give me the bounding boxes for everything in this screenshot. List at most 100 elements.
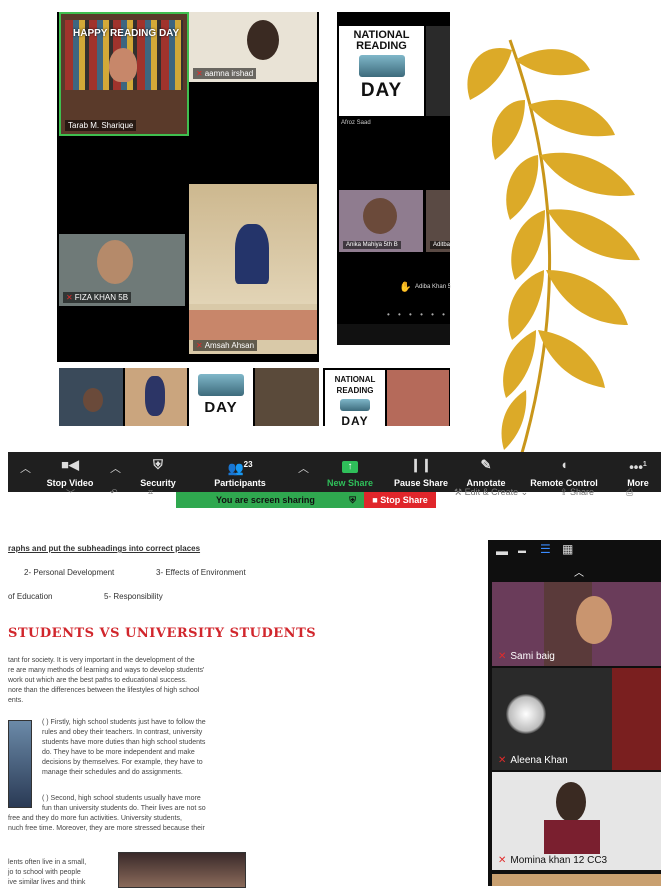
raised-hand-icon: ✋	[399, 282, 412, 293]
view-icon[interactable]: ▬	[518, 546, 526, 555]
video-grid: HAPPY READING DAY Tarab M. Sharique ✕ aam…	[57, 12, 319, 362]
video-camera-icon: ■◀	[61, 457, 79, 472]
video-tile[interactable]	[426, 26, 450, 116]
stop-share-button[interactable]: ■ Stop Share	[364, 492, 436, 508]
book-image	[340, 399, 370, 411]
intro-paragraph: tant for society. It is very important i…	[8, 657, 205, 704]
person-body	[544, 820, 600, 854]
participant-name: ✕ Momina khan 12 CC3	[498, 855, 608, 866]
shield-check-icon: ⛨	[349, 495, 356, 505]
stop-square-icon: ■	[372, 495, 381, 505]
participant-name: Aditba	[430, 241, 450, 249]
poster-text: READING	[356, 40, 407, 52]
more-button[interactable]: •••1 More	[618, 452, 658, 492]
video-tile[interactable]	[59, 368, 123, 426]
muted-mic-icon: ✕	[66, 293, 73, 302]
remote-control-button[interactable]: ◖ Remote Control	[522, 452, 606, 492]
participant-name: ✕ Amsah Ahsan	[193, 340, 258, 351]
video-tile[interactable]: ✕ Amsah Ahsan	[189, 184, 317, 354]
shield-icon: ⛨	[153, 457, 163, 472]
table-surface	[189, 310, 317, 340]
edit-create-menu[interactable]: ⚒ Edit & Create ⌄	[454, 487, 528, 498]
video-tile[interactable]: ✕ aamna irshad	[189, 12, 317, 82]
print-icon[interactable]: ⎙	[626, 487, 633, 498]
share-menu[interactable]: ⇪ Share	[560, 487, 594, 498]
book-image	[358, 55, 405, 77]
subheading-option: 5- Responsibility	[104, 592, 163, 601]
video-tile[interactable]	[387, 370, 449, 426]
undo-icon: ↶	[110, 487, 118, 497]
person-avatar	[235, 224, 269, 284]
shared-document: raphs and put the subheadings into corre…	[0, 520, 480, 888]
chevron-down-icon: ﹀	[66, 489, 76, 499]
golden-leaf-decoration	[467, 39, 640, 461]
minimize-icon[interactable]: ▬	[496, 544, 508, 558]
mouse-icon: ◖	[560, 457, 568, 472]
poster-tile[interactable]: DAY	[189, 368, 253, 426]
person-avatar	[83, 388, 103, 412]
new-share-button[interactable]: ↑ New Share	[322, 452, 378, 492]
pause-icon: ❙❙	[410, 457, 432, 472]
share-arrow-icon: ↑	[322, 456, 378, 474]
instruction-text: raphs and put the subheadings into corre…	[8, 544, 201, 553]
page-dots[interactable]: • • • • • •	[387, 310, 448, 319]
subheading-option: 3- Effects of Environment	[156, 568, 246, 577]
muted-mic-icon: ✕	[196, 341, 203, 350]
participant-name: ✕ FIZA KHAN 5B	[63, 292, 132, 303]
chevron-up-icon[interactable]: ︿	[574, 564, 584, 579]
chevron-up-icon[interactable]: ︿	[110, 460, 121, 476]
poster-tile[interactable]: NATIONAL READING DAY	[325, 370, 385, 426]
video-tile[interactable]	[125, 368, 187, 426]
video-tile[interactable]: HAPPY READING DAY Tarab M. Sharique	[59, 12, 189, 136]
muted-mic-icon: ✕	[498, 855, 507, 866]
participant-name: Tarab M. Sharique	[65, 120, 137, 131]
chevron-up-icon[interactable]: ︿	[298, 460, 309, 476]
security-button[interactable]: ⛨ Security	[130, 452, 186, 492]
meeting-toolbar: ︿ ■◀ Stop Video ︿ ⛨ Security 👥23 Partici…	[8, 452, 661, 492]
annotate-button[interactable]: ✎ Annotate	[460, 452, 512, 492]
poster-tile[interactable]: NATIONAL READING DAY	[339, 26, 424, 116]
person-avatar	[145, 376, 165, 416]
participant-name: ✕ Sami baig	[498, 651, 555, 662]
muted-mic-icon: ✕	[498, 755, 507, 766]
phone-nav-bar	[337, 324, 450, 345]
phone-meeting-view: NATIONAL READING DAY Afroz Saad Anika Ma…	[337, 12, 451, 345]
chevron-up-icon[interactable]: ︿	[20, 460, 31, 476]
participant-video-panel: ▬ ▬ ☰ ▦ ︿ ✕ Sami baig ✕ Aleena Khan ✕ Momin…	[488, 540, 661, 886]
participant-name: Afroz Saad	[341, 120, 371, 126]
participant-video[interactable]: ✕ Sami baig	[492, 582, 661, 666]
pencil-icon: ✎	[480, 457, 492, 472]
crop-icon: ⌗	[148, 487, 154, 497]
video-tile[interactable]: Anika Mahiya 5th B	[339, 190, 423, 252]
classroom-photo	[118, 852, 246, 888]
people-icon: 👥23	[227, 460, 253, 476]
thumbnail-strip-2: NATIONAL READING DAY	[323, 368, 450, 426]
participants-button[interactable]: 👥23 Participants	[204, 452, 276, 492]
paragraph-one: ( ) Firstly, high school students just h…	[42, 719, 206, 776]
participants-count: 23	[243, 460, 253, 469]
poster-text: NATIONAL	[334, 375, 376, 384]
poster-text: DAY	[360, 80, 403, 101]
participant-video[interactable]: ✕ Aleena Khan	[492, 668, 661, 770]
pause-share-button[interactable]: ❙❙ Pause Share	[390, 452, 452, 492]
muted-mic-icon: ✕	[196, 69, 203, 78]
document-title: STUDENTS VS UNIVERSITY STUDENTS	[8, 626, 317, 641]
video-tile[interactable]: Aditba	[426, 190, 450, 252]
speaker-view-icon[interactable]: ☰	[540, 542, 551, 556]
red-backdrop	[612, 668, 661, 770]
poster-text: DAY	[341, 414, 369, 426]
thumbnail-strip: DAY	[59, 368, 319, 426]
video-tile[interactable]	[255, 368, 319, 426]
paragraph-two: ( ) Second, high school students usually…	[8, 795, 206, 832]
banner-text: HAPPY READING DAY	[73, 28, 180, 39]
participant-video[interactable]: ✕ Momina khan 12 CC3	[492, 772, 661, 870]
poster-text: DAY	[204, 399, 238, 416]
participant-video[interactable]	[492, 874, 661, 886]
person-avatar	[97, 240, 133, 284]
stop-video-button[interactable]: ■◀ Stop Video	[40, 452, 100, 492]
person-avatar	[556, 782, 586, 822]
screen-sharing-bar: You are screen sharing ⛨	[176, 492, 364, 508]
subheading-option: 2- Personal Development	[24, 568, 115, 577]
gallery-view-icon[interactable]: ▦	[562, 542, 573, 556]
video-tile[interactable]: ✕ FIZA KHAN 5B	[59, 234, 185, 306]
